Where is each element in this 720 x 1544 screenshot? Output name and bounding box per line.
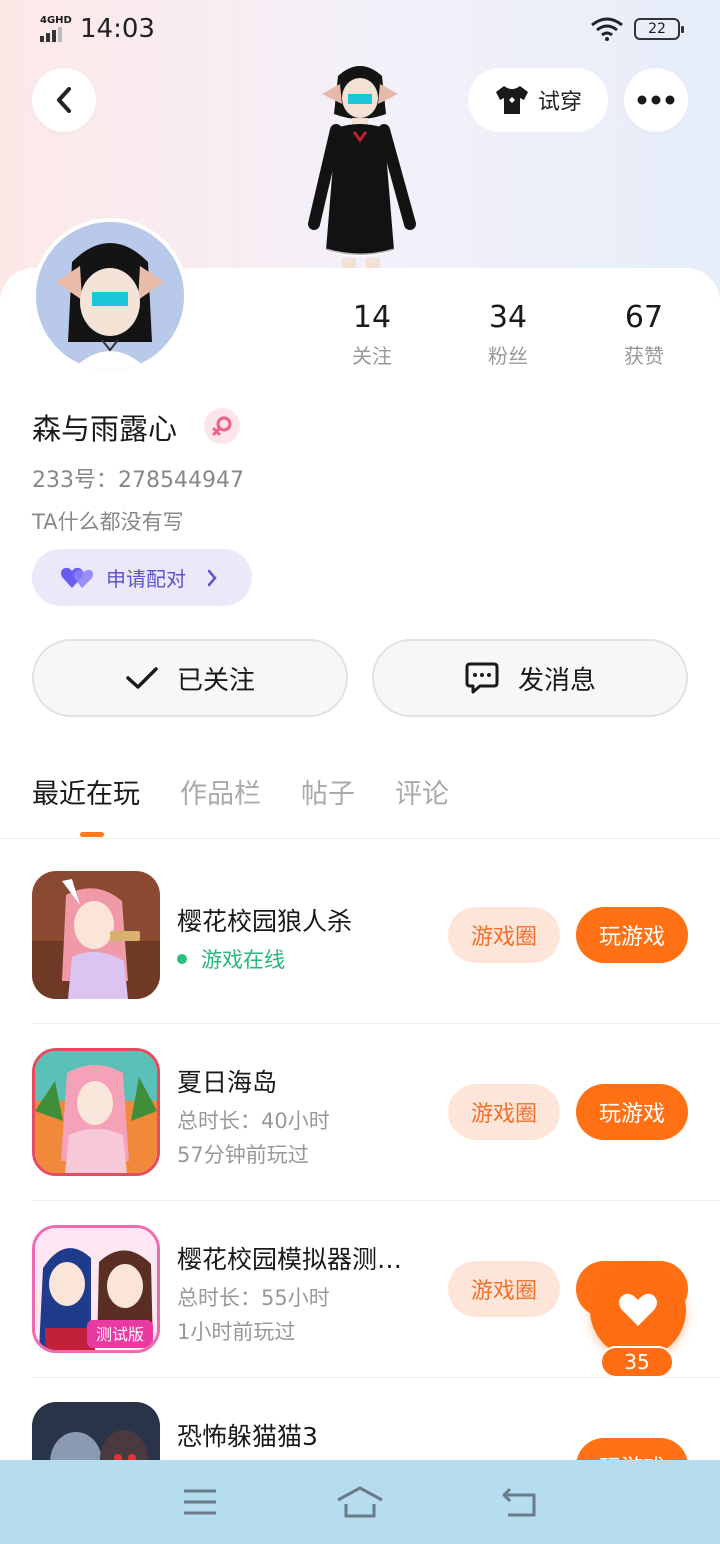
game-title: 樱花校园模拟器测…: [177, 1245, 403, 1274]
profile-tabs: 最近在玩 作品栏 帖子 评论: [32, 770, 449, 820]
likes-count: 67: [624, 300, 664, 335]
game-circle-button[interactable]: 游戏圈: [448, 1261, 560, 1317]
followed-label: 已关注: [176, 665, 255, 696]
following-label: 关注: [352, 344, 392, 368]
online-status: 游戏在线: [177, 944, 285, 974]
send-message-label: 发消息: [517, 665, 596, 696]
back-button[interactable]: [32, 68, 96, 132]
game-circle-button[interactable]: 游戏圈: [448, 1084, 560, 1140]
following-count: 14: [352, 300, 392, 335]
like-floating-button[interactable]: [590, 1262, 686, 1358]
like-count: 35: [600, 1346, 674, 1378]
avatar[interactable]: [32, 218, 188, 374]
game-row[interactable]: 恐怖躲猫猫3 玩游戏: [0, 1377, 720, 1460]
play-duration: 总时长：40小时: [177, 1109, 330, 1133]
bio: TA什么都没有写: [32, 510, 184, 534]
more-dots-icon: [637, 95, 675, 105]
status-time: 14:03: [80, 14, 155, 44]
tab-recent-played[interactable]: 最近在玩: [32, 770, 140, 820]
female-gender-icon: [204, 408, 240, 444]
game-row[interactable]: 夏日海岛 总时长：40小时 57分钟前玩过 游戏圈 玩游戏: [0, 1023, 720, 1200]
game-icon: 测试版: [32, 1225, 160, 1353]
tabs-divider: [0, 838, 720, 839]
followers-count: 34: [488, 300, 528, 335]
game-icon: [32, 871, 160, 999]
tab-posts[interactable]: 帖子: [301, 770, 355, 820]
followers-label: 粉丝: [488, 344, 528, 368]
battery-icon: 22: [634, 18, 684, 40]
request-pairing-button[interactable]: 申请配对: [32, 549, 252, 606]
home-button[interactable]: [330, 1482, 390, 1522]
heart-icon: [619, 1293, 657, 1326]
user-id: 233号：278544947: [32, 468, 244, 493]
double-heart-icon: [61, 567, 94, 588]
network-type: 4GHD: [40, 15, 72, 26]
checkmark-icon: [126, 667, 158, 689]
game-title: 樱花校园狼人杀: [177, 907, 353, 936]
online-status-label: 游戏在线: [201, 948, 285, 972]
game-circle-button[interactable]: 游戏圈: [448, 907, 560, 963]
try-on-label: 试穿: [537, 90, 582, 115]
chevron-left-icon: [57, 87, 71, 113]
game-row[interactable]: 樱花校园狼人杀 游戏在线 游戏圈 玩游戏: [0, 846, 720, 1023]
return-icon: [502, 1487, 536, 1517]
cellular-signal-icon: 4GHD: [40, 15, 72, 42]
game-title: 夏日海岛: [177, 1068, 278, 1097]
home-icon: [337, 1486, 383, 1518]
tab-works[interactable]: 作品栏: [180, 770, 261, 820]
game-icon: [32, 1048, 160, 1176]
more-options-button[interactable]: [624, 68, 688, 132]
likes-label: 获赞: [624, 344, 664, 368]
menu-icon: [184, 1489, 216, 1515]
back-nav-button[interactable]: [490, 1482, 550, 1522]
stat-followers[interactable]: 34 粉丝: [448, 298, 568, 369]
try-on-button[interactable]: 试穿: [468, 68, 608, 132]
tab-comments[interactable]: 评论: [395, 770, 449, 820]
last-played: 57分钟前玩过: [177, 1143, 309, 1167]
online-dot-icon: [177, 954, 187, 964]
status-bar: 4GHD 14:03 22: [0, 0, 720, 58]
character-figure: [286, 54, 434, 270]
system-navigation-bar: [0, 1460, 720, 1544]
pair-label: 申请配对: [106, 567, 186, 591]
send-message-button[interactable]: 发消息: [372, 639, 688, 717]
game-title: 恐怖躲猫猫3: [177, 1422, 318, 1451]
game-icon: [32, 1402, 160, 1460]
chat-bubble-icon: [465, 662, 499, 694]
play-duration: 总时长：55小时: [177, 1286, 330, 1310]
stat-likes[interactable]: 67 获赞: [584, 298, 704, 369]
play-game-button[interactable]: 玩游戏: [576, 907, 688, 963]
nickname: 森与雨露心: [32, 412, 178, 446]
last-played: 1小时前玩过: [177, 1320, 296, 1344]
stat-following[interactable]: 14 关注: [312, 298, 432, 369]
active-tab-indicator: [80, 832, 104, 837]
game-icon-badge-text: 测试版: [96, 1325, 144, 1344]
play-game-button[interactable]: 玩游戏: [576, 1084, 688, 1140]
menu-button[interactable]: [170, 1482, 230, 1522]
chevron-right-icon: [207, 569, 217, 586]
play-game-button[interactable]: 玩游戏: [576, 1438, 688, 1460]
followed-button[interactable]: 已关注: [32, 639, 348, 717]
wifi-icon: [591, 17, 623, 41]
battery-level: 22: [648, 21, 666, 37]
shirt-icon: [495, 86, 528, 114]
